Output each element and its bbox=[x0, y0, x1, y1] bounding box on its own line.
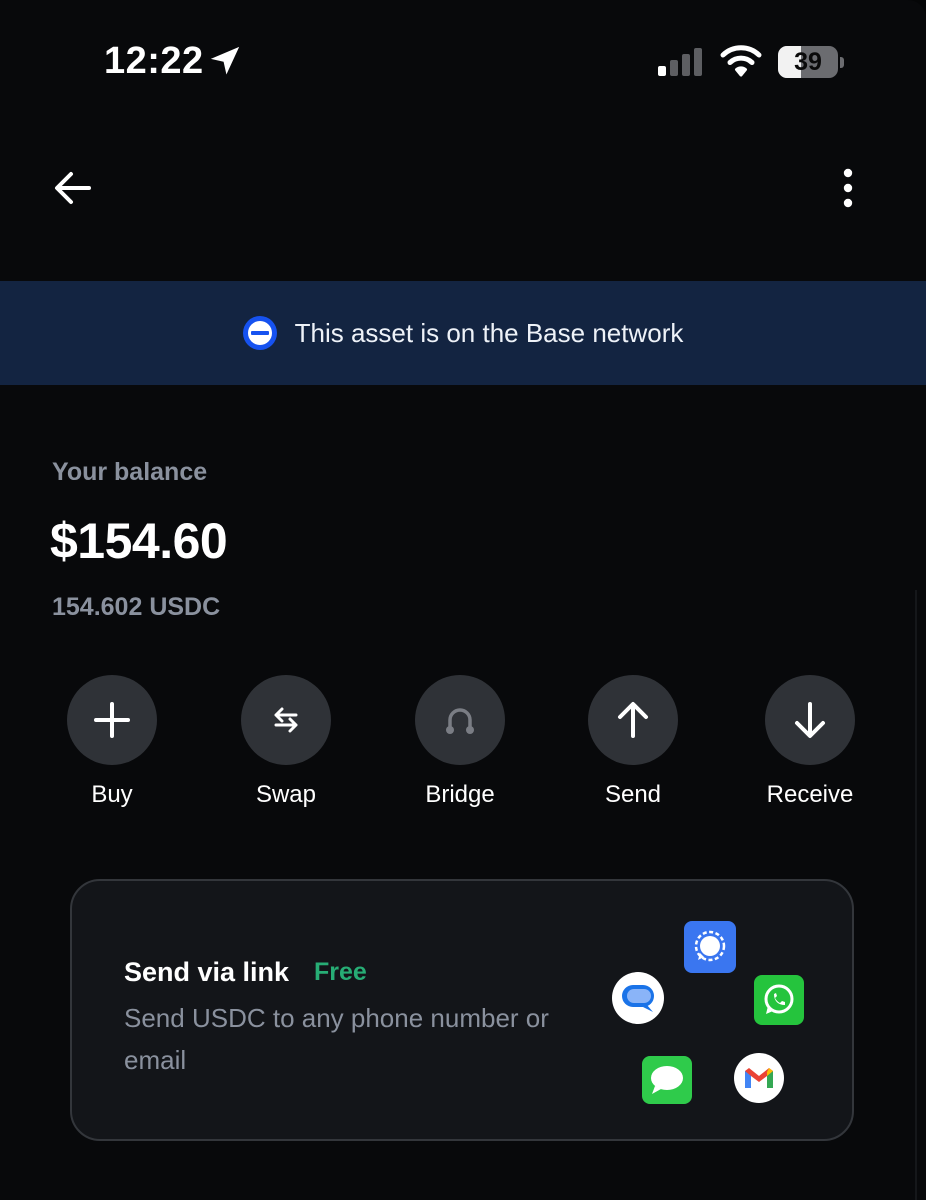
send-via-link-card[interactable]: Send via link Free Send USDC to any phon… bbox=[70, 879, 854, 1141]
balance-fiat-value: $154.60 bbox=[50, 513, 228, 569]
back-button[interactable] bbox=[50, 166, 96, 210]
cellular-signal-icon bbox=[658, 48, 702, 76]
plus-icon bbox=[94, 702, 130, 738]
receive-label: Receive bbox=[766, 781, 854, 808]
receive-button[interactable]: Receive bbox=[740, 675, 880, 815]
buy-label: Buy bbox=[91, 781, 133, 808]
send-label: Send bbox=[604, 781, 662, 808]
status-time: 12:22 bbox=[104, 40, 204, 82]
buy-button[interactable]: Buy bbox=[42, 675, 182, 815]
wifi-icon bbox=[720, 45, 762, 77]
arrow-down-icon bbox=[795, 702, 825, 738]
balance-label: Your balance bbox=[52, 458, 208, 486]
location-arrow-icon bbox=[210, 46, 240, 75]
asset-detail-screen: 12:22 39 This asset is on the Base netwo… bbox=[0, 0, 926, 1200]
bridge-icon bbox=[446, 708, 474, 734]
bridge-button[interactable]: Bridge bbox=[390, 675, 530, 815]
swap-button[interactable]: Swap bbox=[216, 675, 356, 815]
send-button[interactable]: Send bbox=[563, 675, 703, 815]
whatsapp-icon bbox=[754, 975, 804, 1025]
gmail-icon bbox=[734, 1053, 784, 1103]
battery-indicator: 39 bbox=[778, 46, 844, 78]
free-badge: Free bbox=[314, 958, 367, 986]
imessage-icon bbox=[642, 1056, 692, 1104]
more-options-button[interactable] bbox=[828, 164, 868, 212]
battery-percent: 39 bbox=[794, 48, 822, 76]
scroll-edge bbox=[915, 590, 917, 1200]
arrow-left-icon bbox=[55, 172, 91, 204]
arrow-up-icon bbox=[618, 702, 648, 738]
bridge-label: Bridge bbox=[425, 781, 495, 808]
more-vertical-icon bbox=[843, 168, 853, 208]
balance-token-amount: 154.602 USDC bbox=[52, 593, 221, 621]
base-network-icon bbox=[242, 316, 277, 350]
network-banner: This asset is on the Base network bbox=[0, 281, 926, 385]
network-banner-text: This asset is on the Base network bbox=[294, 317, 684, 348]
swap-icon bbox=[274, 707, 298, 733]
card-description: Send USDC to any phone number or email bbox=[124, 1003, 549, 1075]
card-title: Send via link bbox=[124, 957, 290, 987]
google-messages-icon bbox=[612, 972, 664, 1024]
swap-label: Swap bbox=[255, 781, 317, 808]
signal-app-icon bbox=[684, 921, 736, 973]
